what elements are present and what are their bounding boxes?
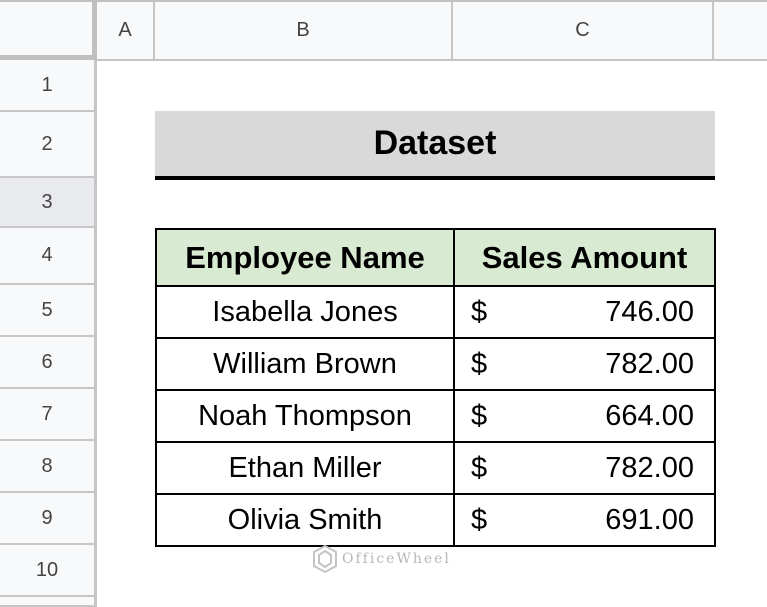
sales-amount-cell[interactable]: $691.00 — [453, 493, 716, 547]
amount-value: 664.00 — [605, 399, 694, 432]
currency-symbol: $ — [471, 347, 488, 380]
table-header-row: Employee Name Sales Amount — [155, 228, 716, 287]
employee-name-cell[interactable]: Isabella Jones — [155, 285, 455, 339]
currency-symbol: $ — [471, 451, 488, 484]
sales-amount-cell[interactable]: $782.00 — [453, 337, 716, 391]
watermark: OfficeWheel — [312, 544, 451, 574]
column-header-a[interactable]: A — [97, 2, 155, 61]
row-header-1[interactable]: 1 — [0, 60, 97, 112]
row-header-2[interactable]: 2 — [0, 112, 97, 178]
header-sales-amount[interactable]: Sales Amount — [453, 228, 716, 287]
currency-symbol: $ — [471, 295, 488, 328]
currency-symbol: $ — [471, 399, 488, 432]
table-row: Noah Thompson $664.00 — [155, 389, 716, 443]
table-row: Isabella Jones $746.00 — [155, 285, 716, 339]
table-row: Olivia Smith $691.00 — [155, 493, 716, 547]
row-header-4[interactable]: 4 — [0, 228, 97, 285]
row-header-6[interactable]: 6 — [0, 337, 97, 389]
amount-value: 782.00 — [605, 451, 694, 484]
sales-amount-cell[interactable]: $782.00 — [453, 441, 716, 495]
officewheel-logo-icon — [313, 544, 337, 574]
row-header-8[interactable]: 8 — [0, 441, 97, 493]
column-header-b[interactable]: B — [155, 2, 453, 61]
employee-name-cell[interactable]: Noah Thompson — [155, 389, 455, 443]
employee-name-cell[interactable]: Olivia Smith — [155, 493, 455, 547]
row-header-11[interactable] — [0, 597, 97, 607]
row-header-9[interactable]: 9 — [0, 493, 97, 545]
currency-symbol: $ — [471, 503, 488, 536]
amount-value: 782.00 — [605, 347, 694, 380]
employee-name-cell[interactable]: William Brown — [155, 337, 455, 391]
header-employee-name[interactable]: Employee Name — [155, 228, 455, 287]
dataset-title[interactable]: Dataset — [155, 111, 715, 180]
table-row: William Brown $782.00 — [155, 337, 716, 391]
select-all-corner[interactable] — [0, 2, 97, 60]
amount-value: 691.00 — [605, 503, 694, 536]
row-header-7[interactable]: 7 — [0, 389, 97, 441]
row-header-3[interactable]: 3 — [0, 178, 97, 228]
column-header-d[interactable] — [714, 2, 767, 61]
table-row: Ethan Miller $782.00 — [155, 441, 716, 495]
row-header-5[interactable]: 5 — [0, 285, 97, 337]
employee-name-cell[interactable]: Ethan Miller — [155, 441, 455, 495]
sales-amount-cell[interactable]: $746.00 — [453, 285, 716, 339]
column-header-c[interactable]: C — [453, 2, 714, 61]
sales-table: Employee Name Sales Amount Isabella Jone… — [155, 228, 716, 547]
watermark-text: OfficeWheel — [342, 551, 451, 567]
row-header-10[interactable]: 10 — [0, 545, 97, 597]
sales-amount-cell[interactable]: $664.00 — [453, 389, 716, 443]
amount-value: 746.00 — [605, 295, 694, 328]
